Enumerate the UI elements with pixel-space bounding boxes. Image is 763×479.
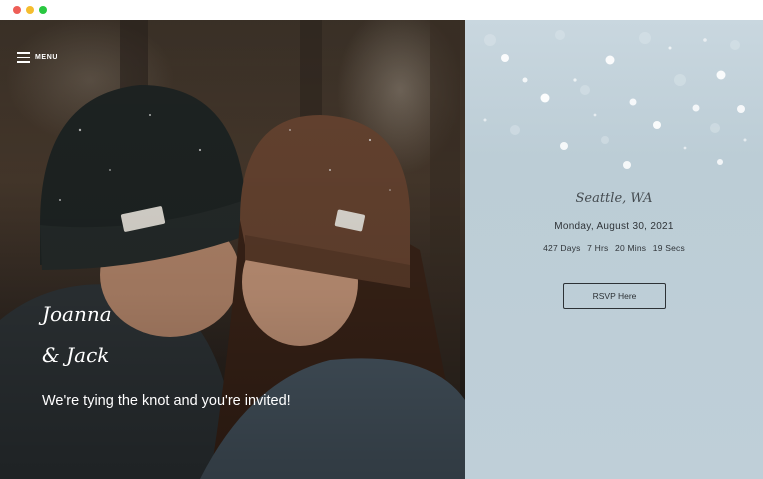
event-date: Monday, August 30, 2021 — [554, 221, 674, 232]
event-location: Seattle, WA — [575, 191, 653, 206]
hero-photo-panel: MENU Joanna & Jack We're tying the knot … — [0, 20, 465, 479]
countdown-days: 427 Days — [543, 243, 581, 253]
hamburger-icon — [17, 52, 30, 63]
menu-button[interactable]: MENU — [17, 52, 58, 63]
couple-name-second: & Jack — [42, 343, 110, 367]
snowfall-decoration — [483, 30, 747, 169]
countdown-hours: 7 Hrs — [587, 243, 609, 253]
invitation-tagline: We're tying the knot and you're invited! — [42, 393, 291, 409]
couple-name-first: Joanna — [42, 302, 112, 326]
window-maximize-button[interactable] — [39, 6, 47, 14]
browser-chrome — [0, 0, 763, 20]
countdown-seconds: 19 Secs — [652, 243, 685, 253]
countdown-timer: 427 Days 7 Hrs 20 Mins 19 Secs — [465, 243, 763, 253]
menu-label: MENU — [35, 54, 59, 61]
event-info-panel: Seattle, WA Monday, August 30, 2021 427 … — [465, 20, 763, 479]
window-close-button[interactable] — [13, 6, 21, 14]
rsvp-button[interactable]: RSVP Here — [563, 283, 666, 309]
countdown-minutes: 20 Mins — [615, 243, 647, 253]
window-minimize-button[interactable] — [26, 6, 34, 14]
